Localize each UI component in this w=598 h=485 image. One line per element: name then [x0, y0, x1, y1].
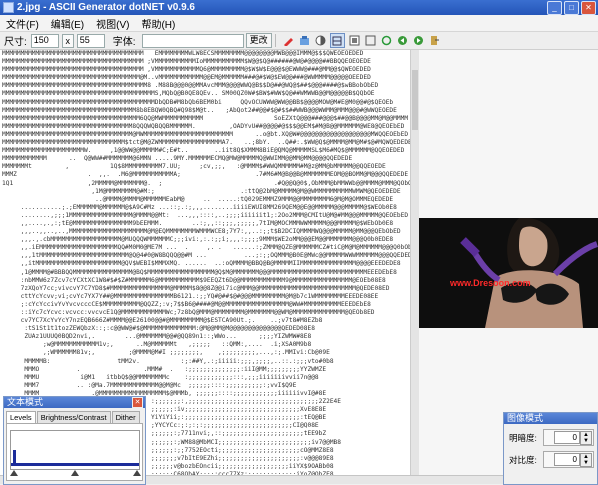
- close-button[interactable]: ✕: [581, 1, 596, 15]
- source-image: [419, 218, 598, 328]
- source-image-preview[interactable]: www.Dresoon.com: [419, 218, 598, 328]
- size-lock-button[interactable]: x: [61, 33, 74, 48]
- refresh-icon[interactable]: [380, 34, 393, 47]
- navigate-forward-icon[interactable]: [412, 34, 425, 47]
- draw-icon[interactable]: [282, 34, 295, 47]
- brightness-label: 明暗度:: [509, 432, 537, 443]
- font-field[interactable]: [141, 33, 244, 48]
- text-mode-panel: 文本模式 ✕ Levels Brightness/Contrast Dither: [3, 396, 146, 485]
- menu-bar: 文件(F) 编辑(E) 视图(V) 帮助(H): [0, 15, 598, 32]
- height-input[interactable]: 55: [76, 33, 105, 48]
- menu-file[interactable]: 文件(F): [0, 16, 45, 31]
- fill-icon[interactable]: [298, 34, 311, 47]
- zoom-icon[interactable]: [348, 34, 361, 47]
- midpoint-slider-handle[interactable]: [71, 470, 79, 476]
- app-icon: [3, 2, 14, 13]
- frame-icon[interactable]: [364, 34, 377, 47]
- white-point-slider-handle[interactable]: [133, 470, 141, 476]
- minimize-button[interactable]: _: [547, 1, 562, 15]
- text-mode-panel-title: 文本模式: [7, 397, 44, 407]
- contrast-slider[interactable]: 0 ▲ ▼: [543, 451, 594, 468]
- window-title: 2.jpg - ASCII Generator dotNET v0.9.6: [17, 2, 195, 13]
- exit-icon[interactable]: [428, 34, 441, 47]
- tab-levels[interactable]: Levels: [6, 411, 36, 423]
- toolbar-separator: [274, 34, 276, 47]
- image-mode-panel: 图像模式 明暗度: 0 ▲ ▼ 对比度: 0 ▲ ▼: [503, 412, 598, 485]
- menu-help[interactable]: 帮助(H): [135, 16, 181, 31]
- size-label: 尺寸:: [4, 37, 27, 48]
- tab-brightness-contrast[interactable]: Brightness/Contrast: [36, 411, 111, 423]
- image-watermark: www.Dresoon.com: [450, 278, 531, 288]
- title-bar: 2.jpg - ASCII Generator dotNET v0.9.6 _ …: [0, 0, 598, 15]
- tab-dither[interactable]: Dither: [111, 411, 140, 423]
- contrast-value[interactable]: 0: [554, 453, 580, 466]
- font-label: 字体:: [112, 37, 136, 48]
- levels-histogram: [10, 430, 140, 470]
- text-mode-panel-header[interactable]: 文本模式 ✕: [4, 397, 145, 408]
- vertical-scrollbar[interactable]: [410, 50, 419, 475]
- brightness-spinner[interactable]: ▲ ▼: [580, 431, 592, 445]
- text-mode-close-button[interactable]: ✕: [132, 397, 143, 408]
- maximize-button[interactable]: □: [564, 1, 579, 15]
- scrollbar-thumb[interactable]: [412, 70, 418, 130]
- black-point-slider-handle[interactable]: [10, 470, 18, 476]
- histogram-baseline: [11, 463, 139, 466]
- grid-icon[interactable]: [329, 33, 345, 48]
- width-input[interactable]: 150: [30, 33, 59, 48]
- brightness-slider[interactable]: 0 ▲ ▼: [543, 429, 594, 446]
- text-mode-tabs: Levels Brightness/Contrast Dither: [4, 411, 145, 423]
- contrast-spinner[interactable]: ▲ ▼: [580, 453, 592, 467]
- brightness-icon[interactable]: [314, 34, 327, 47]
- contrast-control: 对比度: 0 ▲ ▼: [509, 451, 594, 468]
- menu-view[interactable]: 视图(V): [90, 16, 135, 31]
- brightness-value[interactable]: 0: [554, 431, 580, 444]
- image-mode-panel-title: 图像模式: [507, 413, 544, 423]
- brightness-control: 明暗度: 0 ▲ ▼: [509, 429, 594, 446]
- image-mode-panel-header[interactable]: 图像模式: [504, 413, 597, 424]
- levels-tab-body: [6, 423, 143, 481]
- toolbar: 尺寸: 150 x 55 字体: 更改: [0, 32, 598, 50]
- navigate-back-icon[interactable]: [396, 34, 409, 47]
- change-font-button[interactable]: 更改: [245, 33, 272, 48]
- contrast-label: 对比度:: [509, 454, 537, 465]
- window-controls: _ □ ✕: [547, 1, 596, 15]
- menu-edit[interactable]: 编辑(E): [45, 16, 90, 31]
